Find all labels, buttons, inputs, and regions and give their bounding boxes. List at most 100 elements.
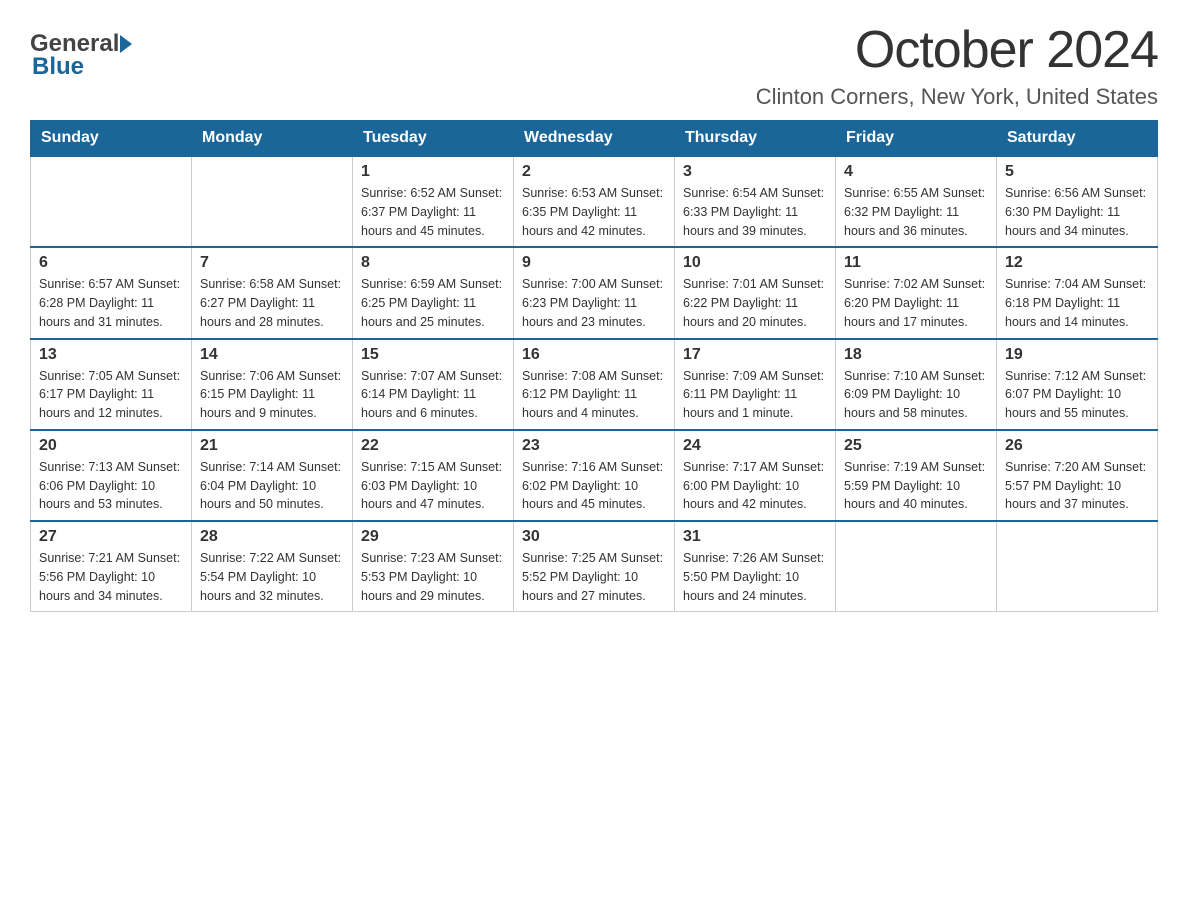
day-number: 24 [683,437,827,455]
day-info: Sunrise: 7:10 AM Sunset: 6:09 PM Dayligh… [844,367,988,423]
day-info: Sunrise: 7:22 AM Sunset: 5:54 PM Dayligh… [200,549,344,605]
day-info: Sunrise: 7:07 AM Sunset: 6:14 PM Dayligh… [361,367,505,423]
header-day-tuesday: Tuesday [353,121,514,157]
day-info: Sunrise: 7:25 AM Sunset: 5:52 PM Dayligh… [522,549,666,605]
day-info: Sunrise: 7:00 AM Sunset: 6:23 PM Dayligh… [522,275,666,331]
day-info: Sunrise: 7:12 AM Sunset: 6:07 PM Dayligh… [1005,367,1149,423]
day-number: 2 [522,163,666,181]
calendar-cell: 16Sunrise: 7:08 AM Sunset: 6:12 PM Dayli… [514,339,675,430]
calendar-cell [192,156,353,247]
day-number: 22 [361,437,505,455]
calendar-cell: 31Sunrise: 7:26 AM Sunset: 5:50 PM Dayli… [675,521,836,612]
calendar-cell: 7 Sunrise: 6:58 AM Sunset: 6:27 PM Daylig… [192,247,353,338]
day-number: 13 [39,346,183,364]
day-number: 27 [39,528,183,546]
day-info: Sunrise: 6:57 AM Sunset: 6:28 PM Dayligh… [39,275,183,331]
calendar-cell: 8Sunrise: 6:59 AM Sunset: 6:25 PM Daylig… [353,247,514,338]
day-info: Sunrise: 7:05 AM Sunset: 6:17 PM Dayligh… [39,367,183,423]
day-info: Sunrise: 6:55 AM Sunset: 6:32 PM Dayligh… [844,184,988,240]
day-number: 28 [200,528,344,546]
calendar-cell: 29 Sunrise: 7:23 AM Sunset: 5:53 PM Dayli… [353,521,514,612]
calendar-cell: 14Sunrise: 7:06 AM Sunset: 6:15 PM Dayli… [192,339,353,430]
day-number: 1 [361,163,505,181]
day-info: Sunrise: 6:56 AM Sunset: 6:30 PM Dayligh… [1005,184,1149,240]
header-day-friday: Friday [836,121,997,157]
day-number: 7 [200,254,344,272]
day-number: 16 [522,346,666,364]
calendar-cell: 13 Sunrise: 7:05 AM Sunset: 6:17 PM Dayli… [31,339,192,430]
day-info: Sunrise: 7:04 AM Sunset: 6:18 PM Dayligh… [1005,275,1149,331]
header-day-wednesday: Wednesday [514,121,675,157]
calendar-cell: 4 Sunrise: 6:55 AM Sunset: 6:32 PM Daylig… [836,156,997,247]
calendar-cell: 19Sunrise: 7:12 AM Sunset: 6:07 PM Dayli… [997,339,1158,430]
calendar-cell: 25 Sunrise: 7:19 AM Sunset: 5:59 PM Dayli… [836,430,997,521]
day-info: Sunrise: 7:09 AM Sunset: 6:11 PM Dayligh… [683,367,827,423]
logo-blue-text: Blue [32,53,84,81]
day-number: 15 [361,346,505,364]
day-info: Sunrise: 7:14 AM Sunset: 6:04 PM Dayligh… [200,458,344,514]
day-number: 20 [39,437,183,455]
calendar-cell [997,521,1158,612]
day-number: 25 [844,437,988,455]
day-number: 6 [39,254,183,272]
calendar-header: SundayMondayTuesdayWednesdayThursdayFrid… [31,121,1158,157]
day-info: Sunrise: 6:59 AM Sunset: 6:25 PM Dayligh… [361,275,505,331]
day-info: Sunrise: 7:16 AM Sunset: 6:02 PM Dayligh… [522,458,666,514]
day-number: 21 [200,437,344,455]
calendar-cell: 2 Sunrise: 6:53 AM Sunset: 6:35 PM Daylig… [514,156,675,247]
day-info: Sunrise: 7:13 AM Sunset: 6:06 PM Dayligh… [39,458,183,514]
week-row-5: 27 Sunrise: 7:21 AM Sunset: 5:56 PM Dayli… [31,521,1158,612]
calendar-cell: 10Sunrise: 7:01 AM Sunset: 6:22 PM Dayli… [675,247,836,338]
day-info: Sunrise: 7:19 AM Sunset: 5:59 PM Dayligh… [844,458,988,514]
week-row-4: 20 Sunrise: 7:13 AM Sunset: 6:06 PM Dayli… [31,430,1158,521]
title-section: October 2024 Clinton Corners, New York, … [756,20,1158,110]
day-number: 17 [683,346,827,364]
calendar-cell: 11Sunrise: 7:02 AM Sunset: 6:20 PM Dayli… [836,247,997,338]
day-number: 18 [844,346,988,364]
calendar-cell: 28 Sunrise: 7:22 AM Sunset: 5:54 PM Dayli… [192,521,353,612]
day-number: 4 [844,163,988,181]
day-number: 23 [522,437,666,455]
day-info: Sunrise: 7:21 AM Sunset: 5:56 PM Dayligh… [39,549,183,605]
day-number: 10 [683,254,827,272]
header-day-monday: Monday [192,121,353,157]
day-number: 11 [844,254,988,272]
header-row: SundayMondayTuesdayWednesdayThursdayFrid… [31,121,1158,157]
calendar-cell: 21 Sunrise: 7:14 AM Sunset: 6:04 PM Dayli… [192,430,353,521]
calendar-cell: 15 Sunrise: 7:07 AM Sunset: 6:14 PM Dayli… [353,339,514,430]
header-day-saturday: Saturday [997,121,1158,157]
day-number: 9 [522,254,666,272]
page-header: General Blue October 2024 Clinton Corner… [30,20,1158,110]
calendar-cell: 30 Sunrise: 7:25 AM Sunset: 5:52 PM Dayli… [514,521,675,612]
calendar-cell: 24 Sunrise: 7:17 AM Sunset: 6:00 PM Dayli… [675,430,836,521]
calendar-cell: 5Sunrise: 6:56 AM Sunset: 6:30 PM Daylig… [997,156,1158,247]
day-info: Sunrise: 7:20 AM Sunset: 5:57 PM Dayligh… [1005,458,1149,514]
week-row-1: 1Sunrise: 6:52 AM Sunset: 6:37 PM Daylig… [31,156,1158,247]
calendar-cell: 20 Sunrise: 7:13 AM Sunset: 6:06 PM Dayli… [31,430,192,521]
calendar-cell [836,521,997,612]
day-info: Sunrise: 6:53 AM Sunset: 6:35 PM Dayligh… [522,184,666,240]
calendar-cell: 12 Sunrise: 7:04 AM Sunset: 6:18 PM Dayli… [997,247,1158,338]
day-number: 30 [522,528,666,546]
day-number: 3 [683,163,827,181]
day-info: Sunrise: 7:26 AM Sunset: 5:50 PM Dayligh… [683,549,827,605]
calendar-cell: 6 Sunrise: 6:57 AM Sunset: 6:28 PM Daylig… [31,247,192,338]
day-info: Sunrise: 7:23 AM Sunset: 5:53 PM Dayligh… [361,549,505,605]
day-number: 26 [1005,437,1149,455]
day-number: 12 [1005,254,1149,272]
month-title: October 2024 [756,20,1158,80]
calendar-cell: 9 Sunrise: 7:00 AM Sunset: 6:23 PM Daylig… [514,247,675,338]
day-info: Sunrise: 7:17 AM Sunset: 6:00 PM Dayligh… [683,458,827,514]
calendar-cell: 1Sunrise: 6:52 AM Sunset: 6:37 PM Daylig… [353,156,514,247]
logo-arrow-icon [120,35,132,53]
header-day-sunday: Sunday [31,121,192,157]
calendar-body: 1Sunrise: 6:52 AM Sunset: 6:37 PM Daylig… [31,156,1158,612]
day-number: 29 [361,528,505,546]
calendar-cell [31,156,192,247]
calendar-cell: 23 Sunrise: 7:16 AM Sunset: 6:02 PM Dayli… [514,430,675,521]
location-subtitle: Clinton Corners, New York, United States [756,84,1158,110]
day-info: Sunrise: 6:58 AM Sunset: 6:27 PM Dayligh… [200,275,344,331]
calendar-cell: 18 Sunrise: 7:10 AM Sunset: 6:09 PM Dayli… [836,339,997,430]
calendar-cell: 17 Sunrise: 7:09 AM Sunset: 6:11 PM Dayli… [675,339,836,430]
logo: General Blue [30,30,133,81]
